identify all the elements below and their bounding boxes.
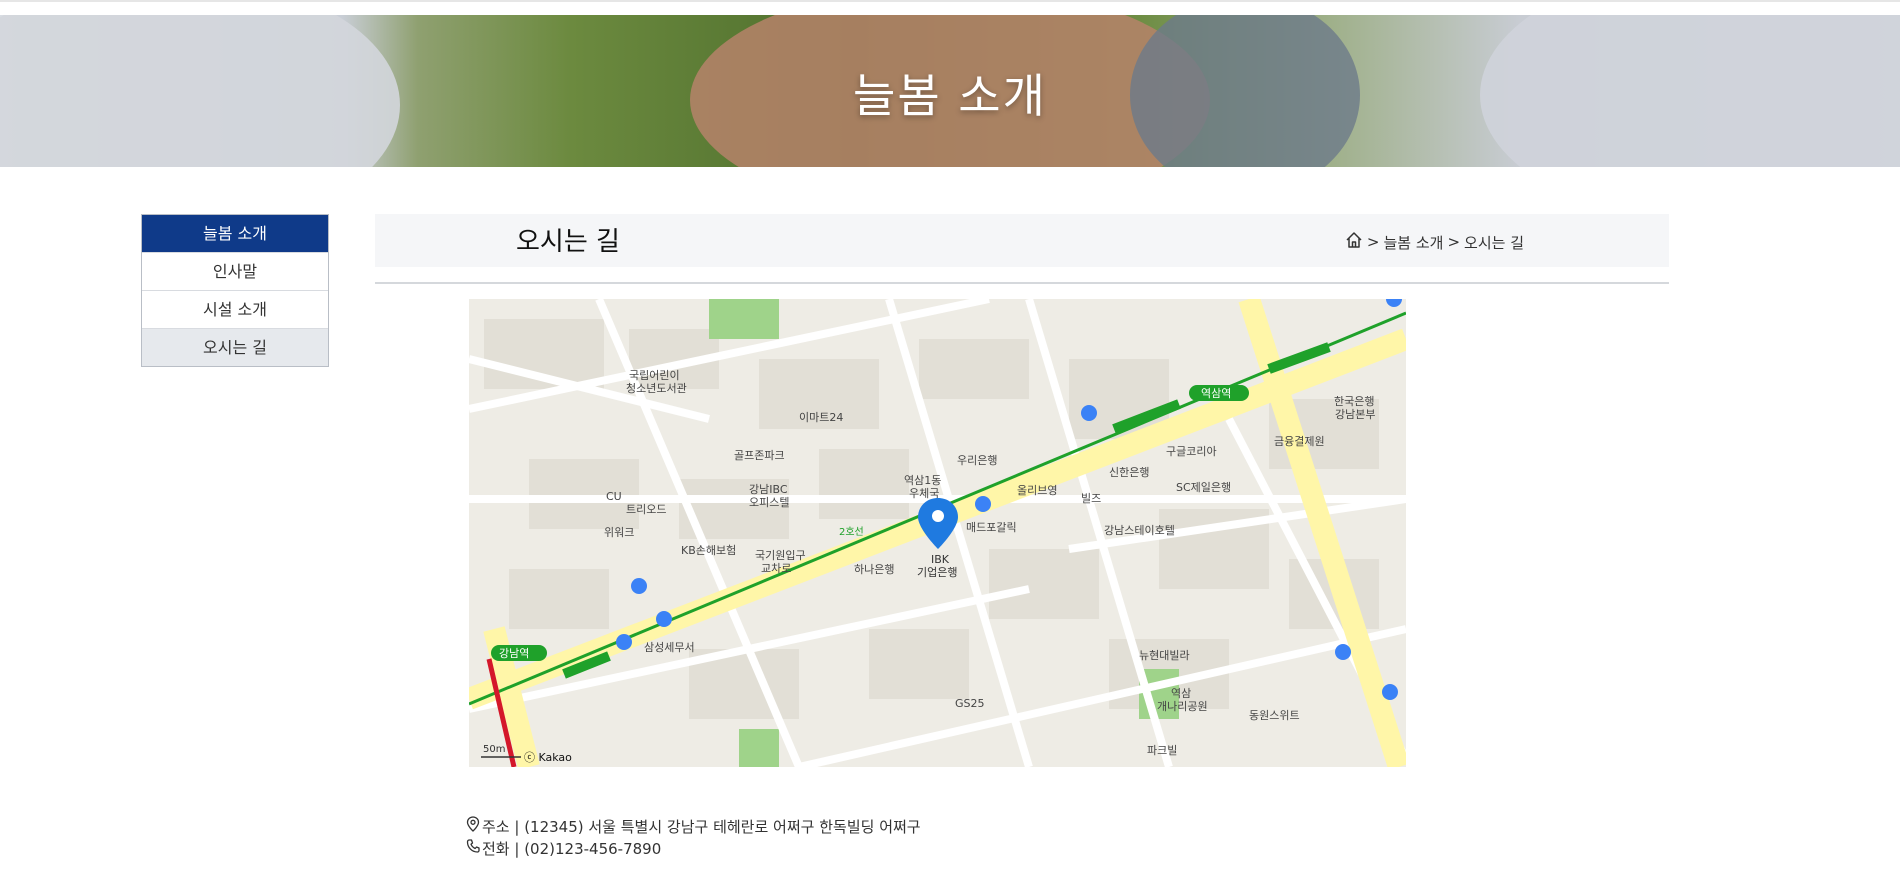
map-label: 교차로 — [761, 562, 791, 575]
location-map[interactable]: 강남역 역삼역 2호선 역삼1동 우체국 우리은행 매드포갈릭 하나은행 국기원… — [469, 299, 1406, 767]
map-label: 강남IBC — [749, 483, 788, 496]
map-label: 트리오드 — [626, 503, 666, 516]
map-scale: 50m — [483, 744, 505, 755]
station-yeoksam[interactable]: 역삼역 — [1189, 385, 1249, 401]
map-pin-icon — [466, 816, 480, 838]
breadcrumb-item-about[interactable]: 늘봄 소개 — [1383, 232, 1443, 253]
pin-label: 기업은행 — [917, 566, 957, 579]
sidebar-item-directions[interactable]: 오시는 길 — [142, 328, 328, 366]
map-label: 골프존파크 — [734, 449, 785, 462]
map-label: 우리은행 — [957, 454, 997, 467]
svg-text:강남역: 강남역 — [499, 647, 529, 660]
map-label: 국립어린이 — [629, 369, 680, 382]
address-text: 주소 | (12345) 서울 특별시 강남구 테헤란로 어쩌구 한독빌딩 어쩌… — [482, 818, 921, 836]
map-label: 강남본부 — [1335, 408, 1375, 421]
map-label: 신한은행 — [1109, 466, 1149, 479]
breadcrumb: > 늘봄 소개 > 오시는 길 — [1345, 231, 1524, 253]
hero-title: 늘봄 소개 — [853, 69, 1047, 123]
pin-label: IBK — [931, 553, 950, 566]
subway-line-label: 2호선 — [839, 526, 864, 538]
map-label: 한국은행 — [1334, 395, 1374, 408]
header-divider — [375, 282, 1669, 284]
svg-text:역삼역: 역삼역 — [1201, 387, 1231, 400]
map-label: 구글코리아 — [1166, 445, 1217, 458]
sidebar-item-about[interactable]: 늘봄 소개 — [142, 215, 328, 252]
top-border — [0, 0, 1900, 2]
map-label: 올리브영 — [1017, 484, 1057, 497]
map-label: 동원스위트 — [1249, 709, 1300, 722]
map-label: 금융결제원 — [1274, 435, 1325, 448]
map-label: 국기원입구 — [755, 549, 806, 562]
map-label: SC제일은행 — [1176, 480, 1231, 494]
map-label: 위워크 — [604, 526, 634, 539]
home-icon[interactable] — [1345, 231, 1363, 253]
map-label: KB손해보험 — [681, 543, 736, 557]
map-label: CU — [606, 490, 622, 503]
breadcrumb-item-directions[interactable]: 오시는 길 — [1464, 232, 1524, 253]
sidebar-item-greeting[interactable]: 인사말 — [142, 252, 328, 290]
map-label: 삼성세무서 — [644, 641, 695, 654]
page-title: 오시는 길 — [516, 227, 620, 257]
map-label: 청소년도서관 — [626, 382, 687, 395]
sidebar-nav: 늘봄 소개 인사말 시설 소개 오시는 길 — [141, 214, 329, 367]
contact-info: 주소 | (12345) 서울 특별시 강남구 테헤란로 어쩌구 한독빌딩 어쩌… — [466, 816, 921, 860]
sidebar-item-facility[interactable]: 시설 소개 — [142, 290, 328, 328]
map-label: 하나은행 — [854, 562, 894, 576]
phone-icon — [466, 838, 480, 860]
phone-row: 전화 | (02)123-456-7890 — [466, 838, 921, 860]
breadcrumb-separator: > — [1447, 233, 1461, 251]
map-label: 역삼1동 — [904, 474, 941, 487]
map-canvas[interactable]: 강남역 역삼역 2호선 역삼1동 우체국 우리은행 매드포갈릭 하나은행 국기원… — [469, 299, 1406, 767]
station-gangnam[interactable]: 강남역 — [491, 645, 547, 661]
map-label: 파크빌 — [1147, 744, 1177, 757]
breadcrumb-separator: > — [1366, 233, 1380, 251]
map-copyright: ⓒ Kakao — [524, 751, 572, 764]
map-label: 우체국 — [909, 487, 939, 500]
map-label: 개나리공원 — [1157, 700, 1208, 713]
content-header: 오시는 길 > 늘봄 소개 > 오시는 길 — [375, 214, 1669, 267]
phone-text: 전화 | (02)123-456-7890 — [482, 840, 662, 858]
map-label: 이마트24 — [799, 411, 843, 424]
map-label: 뉴현대빌라 — [1139, 649, 1190, 662]
address-row: 주소 | (12345) 서울 특별시 강남구 테헤란로 어쩌구 한독빌딩 어쩌… — [466, 816, 921, 838]
map-label: 오피스텔 — [749, 496, 789, 509]
map-label: 빌즈 — [1081, 492, 1101, 505]
map-label: 강남스테이호텔 — [1104, 524, 1175, 537]
map-label: 매드포갈릭 — [966, 520, 1017, 534]
map-label: GS25 — [955, 697, 985, 710]
hero-banner: 늘봄 소개 — [0, 15, 1900, 167]
map-label: 역삼 — [1171, 687, 1191, 700]
